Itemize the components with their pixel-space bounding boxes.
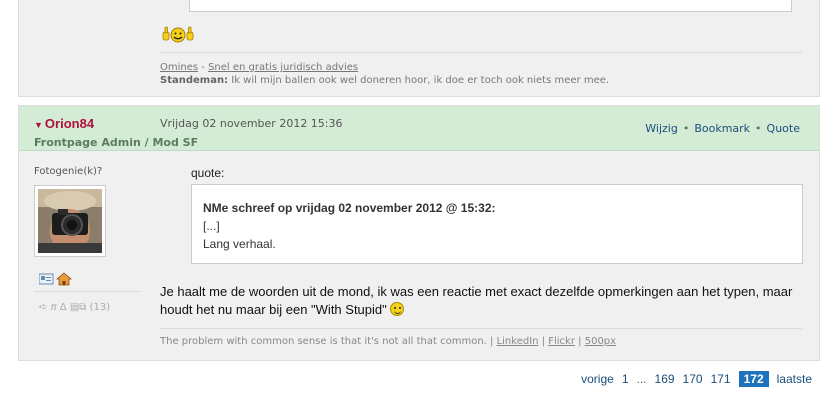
quote-link[interactable]: Quote bbox=[767, 122, 800, 135]
quote-header[interactable]: NMe schreef op vrijdag 02 november 2012 … bbox=[203, 199, 792, 217]
post-signature: The problem with common sense is that it… bbox=[160, 336, 616, 347]
smiley-icon bbox=[390, 302, 405, 316]
thumbs-up-smiley-icon bbox=[162, 26, 194, 43]
signature-quote-user: Standeman: bbox=[160, 75, 229, 86]
avatar-image-icon bbox=[38, 189, 102, 253]
quote-line: Lang verhaal. bbox=[203, 237, 276, 251]
home-icon[interactable] bbox=[55, 272, 73, 286]
post-header: ▼ Orion84 Vrijdag 02 november 2012 15:36 … bbox=[19, 106, 819, 151]
page-169[interactable]: 169 bbox=[655, 372, 675, 386]
page-last[interactable]: laatste bbox=[777, 372, 812, 386]
quote-box: NMe schreef op vrijdag 02 november 2012 … bbox=[191, 184, 803, 264]
signature-bar: | bbox=[578, 336, 582, 347]
reply-icon[interactable]: ➪ bbox=[39, 302, 47, 313]
bookmark-link[interactable]: Bookmark bbox=[694, 122, 750, 135]
post-actions: Wijzig • Bookmark • Quote bbox=[645, 122, 800, 135]
pagination: vorige 1 ... 169 170 171 172 laatste bbox=[581, 371, 812, 387]
signature-link-omines[interactable]: Omines bbox=[160, 62, 198, 73]
signature-link-advies[interactable]: Snel en gratis juridisch advies bbox=[208, 62, 358, 73]
divider bbox=[160, 328, 802, 329]
post-username[interactable]: ▼ Orion84 bbox=[34, 116, 94, 131]
username-text[interactable]: Orion84 bbox=[45, 116, 94, 131]
post-message: Je haalt me de woorden uit de mond, ik w… bbox=[160, 283, 810, 319]
signature-bar: | bbox=[541, 336, 546, 347]
post-date: Vrijdag 02 november 2012 15:36 bbox=[160, 117, 343, 130]
action-separator: • bbox=[755, 122, 762, 135]
caret-down-icon[interactable]: ▼ bbox=[34, 120, 43, 130]
page-170[interactable]: 170 bbox=[683, 372, 703, 386]
page-ellipsis: ... bbox=[636, 372, 647, 386]
user-stats-icons: ➪ π Δ ▤⧉ (13) bbox=[39, 302, 110, 313]
quote-label: quote: bbox=[191, 166, 225, 180]
divider bbox=[34, 291, 140, 292]
pi-icon[interactable]: π bbox=[51, 302, 57, 313]
previous-quote-box bbox=[189, 0, 792, 12]
forum-post: ▼ Orion84 Vrijdag 02 november 2012 15:36 … bbox=[18, 105, 820, 361]
inventory-icon[interactable]: ▤ bbox=[70, 302, 79, 313]
signature-quote-text: Ik wil mijn ballen ook wel doneren hoor,… bbox=[231, 75, 610, 86]
signature-dash: - bbox=[201, 62, 205, 73]
previous-signature: Omines - Snel en gratis juridisch advies… bbox=[160, 61, 609, 87]
post-count: (13) bbox=[89, 302, 111, 313]
page-171[interactable]: 171 bbox=[711, 372, 731, 386]
delta-icon[interactable]: Δ bbox=[60, 302, 67, 313]
message-text: Je haalt me de woorden uit de mond, ik w… bbox=[160, 284, 793, 317]
user-icons bbox=[38, 272, 75, 289]
avatar[interactable] bbox=[34, 185, 106, 257]
signature-link-500px[interactable]: 500px bbox=[585, 336, 616, 347]
quote-line: [...] bbox=[203, 219, 220, 233]
page-prev[interactable]: vorige bbox=[581, 372, 614, 386]
action-separator: • bbox=[682, 122, 690, 135]
page-current: 172 bbox=[738, 371, 769, 387]
signature-text: The problem with common sense is that it… bbox=[160, 336, 494, 347]
page-1[interactable]: 1 bbox=[622, 372, 629, 386]
user-subtitle: Fotogenie(k)? bbox=[34, 166, 103, 177]
signature-link-linkedin[interactable]: LinkedIn bbox=[497, 336, 539, 347]
divider bbox=[160, 52, 802, 53]
previous-post: Omines - Snel en gratis juridisch advies… bbox=[18, 0, 820, 97]
copy-icon[interactable]: ⧉ bbox=[79, 302, 86, 313]
edit-link[interactable]: Wijzig bbox=[645, 122, 678, 135]
signature-link-flickr[interactable]: Flickr bbox=[548, 336, 575, 347]
user-title: Frontpage Admin / Mod SF bbox=[34, 136, 199, 149]
profile-card-icon[interactable] bbox=[38, 273, 54, 285]
